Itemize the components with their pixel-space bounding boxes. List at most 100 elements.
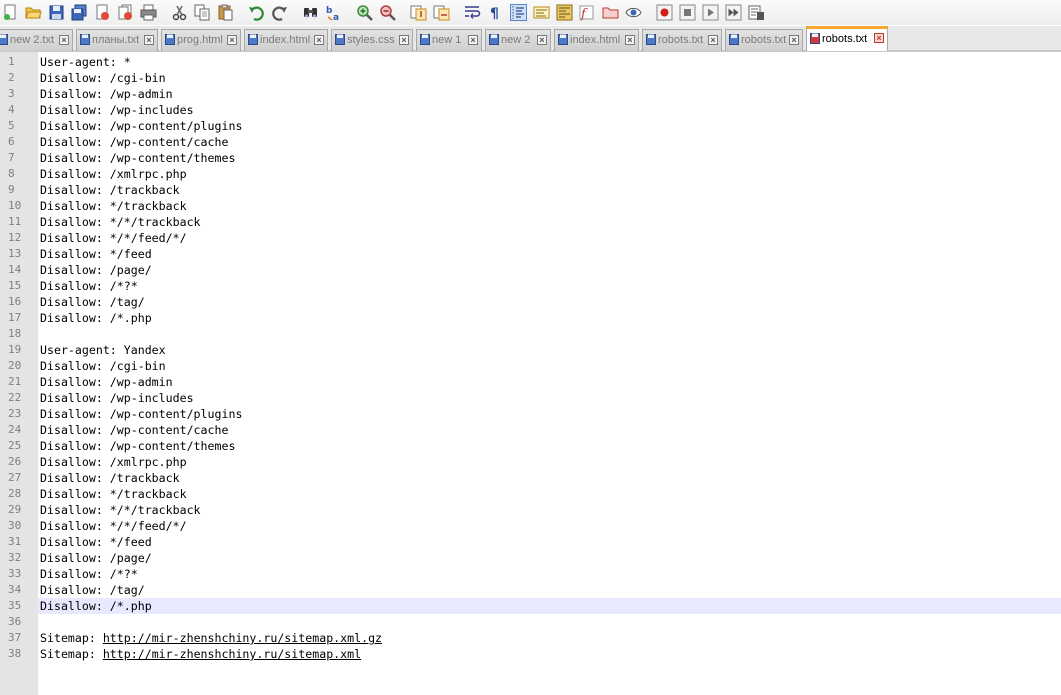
code-line[interactable]: Disallow: /wp-admin — [40, 374, 1061, 390]
tab-1[interactable]: планы.txt × — [76, 29, 158, 51]
replace-button[interactable]: ba — [325, 4, 342, 21]
code-line[interactable]: Disallow: /tag/ — [40, 294, 1061, 310]
line-number: 33 — [8, 567, 22, 580]
monitoring-button[interactable] — [625, 4, 642, 21]
code-line[interactable]: Disallow: */trackback — [40, 486, 1061, 502]
code-line[interactable]: Disallow: /xmlrpc.php — [40, 166, 1061, 182]
code-line[interactable]: Sitemap: http://mir-zhenshchiny.ru/sitem… — [40, 630, 1061, 646]
close-tab-icon[interactable]: × — [468, 35, 478, 45]
close-all-button[interactable] — [117, 4, 134, 21]
close-tab-icon[interactable]: × — [874, 33, 884, 43]
line-number: 29 — [8, 503, 22, 516]
code-line[interactable]: Disallow: */feed — [40, 246, 1061, 262]
tab-0[interactable]: new 2.txt × — [0, 29, 73, 51]
cut-button[interactable] — [171, 4, 188, 21]
redo-button[interactable] — [271, 4, 288, 21]
zoom-out-button[interactable] — [379, 4, 396, 21]
code-line[interactable]: Disallow: /xmlrpc.php — [40, 454, 1061, 470]
close-tab-icon[interactable]: × — [314, 35, 324, 45]
code-line[interactable]: Disallow: /page/ — [40, 262, 1061, 278]
sitemap-url-link[interactable]: http://mir-zhenshchiny.ru/sitemap.xml — [103, 647, 361, 661]
line-number: 2 — [8, 71, 15, 84]
close-tab-icon[interactable]: × — [399, 35, 409, 45]
run-macro-multiple-button[interactable] — [725, 4, 742, 21]
save-button[interactable] — [48, 4, 65, 21]
function-list-button[interactable]: f — [579, 4, 596, 21]
code-line[interactable]: Sitemap: http://mir-zhenshchiny.ru/sitem… — [40, 646, 1061, 662]
code-line[interactable] — [40, 614, 1061, 630]
code-line[interactable]: Disallow: */trackback — [40, 198, 1061, 214]
code-line[interactable]: Disallow: /*?* — [40, 566, 1061, 582]
code-line[interactable] — [40, 326, 1061, 342]
code-line[interactable]: Disallow: /*?* — [40, 278, 1061, 294]
undo-button[interactable] — [248, 4, 265, 21]
tab-9[interactable]: robots.txt × — [725, 29, 803, 51]
tab-5[interactable]: new 1 × — [416, 29, 482, 51]
code-line[interactable]: Disallow: /trackback — [40, 182, 1061, 198]
code-line[interactable]: Disallow: /trackback — [40, 470, 1061, 486]
tab-10[interactable]: robots.txt × — [806, 26, 888, 51]
saved-file-icon — [489, 32, 499, 45]
code-line[interactable]: Disallow: /wp-includes — [40, 102, 1061, 118]
code-line[interactable]: Disallow: */*/trackback — [40, 502, 1061, 518]
code-line[interactable]: Disallow: /wp-content/cache — [40, 134, 1061, 150]
tab-6[interactable]: new 2 × — [485, 29, 551, 51]
tab-7[interactable]: index.html × — [554, 29, 639, 51]
code-line[interactable]: Disallow: /wp-content/plugins — [40, 406, 1061, 422]
code-line[interactable]: Disallow: /cgi-bin — [40, 358, 1061, 374]
copy-button[interactable] — [194, 4, 211, 21]
code-line[interactable]: Disallow: /wp-content/plugins — [40, 118, 1061, 134]
code-line[interactable]: Disallow: /tag/ — [40, 582, 1061, 598]
code-line[interactable]: User-agent: * — [40, 54, 1061, 70]
line-number: 28 — [8, 487, 22, 500]
close-tab-icon[interactable]: × — [59, 35, 69, 45]
close-tab-icon[interactable]: × — [708, 35, 718, 45]
code-line[interactable]: Disallow: */feed — [40, 534, 1061, 550]
tab-4[interactable]: styles.css × — [331, 29, 413, 51]
save-all-button[interactable] — [71, 4, 88, 21]
zoom-in-button[interactable] — [356, 4, 373, 21]
document-map-button[interactable] — [556, 4, 573, 21]
code-line[interactable]: Disallow: */*/trackback — [40, 214, 1061, 230]
close-tab-icon[interactable]: × — [144, 35, 154, 45]
code-line[interactable]: Disallow: /*.php — [40, 310, 1061, 326]
close-tab-icon[interactable]: × — [227, 35, 237, 45]
code-line[interactable]: User-agent: Yandex — [40, 342, 1061, 358]
close-tab-icon[interactable]: × — [625, 35, 635, 45]
code-line[interactable]: Disallow: /wp-admin — [40, 86, 1061, 102]
indent-guide-button[interactable] — [510, 4, 527, 21]
show-all-chars-button[interactable]: ¶ — [487, 4, 504, 21]
code-line[interactable]: Disallow: /page/ — [40, 550, 1061, 566]
sync-vertical-button[interactable] — [410, 4, 427, 21]
print-button[interactable] — [140, 4, 157, 21]
tab-2[interactable]: prog.html × — [161, 29, 241, 51]
line-number: 37 — [8, 631, 22, 644]
find-button[interactable] — [302, 4, 319, 21]
folder-workspace-button[interactable] — [602, 4, 619, 21]
close-file-button[interactable] — [94, 4, 111, 21]
new-file-button[interactable] — [2, 4, 19, 21]
tab-8[interactable]: robots.txt × — [642, 29, 722, 51]
record-macro-button[interactable] — [656, 4, 673, 21]
code-line[interactable]: Disallow: /wp-content/themes — [40, 150, 1061, 166]
sitemap-url-link[interactable]: http://mir-zhenshchiny.ru/sitemap.xml.gz — [103, 631, 382, 645]
open-file-button[interactable] — [25, 4, 42, 21]
editor[interactable]: 1 2 3 4 5 6 7 8 9 10 11 12 13 14 15 16 17 18 19 20 21 22 23 24 2… — [0, 52, 1061, 695]
code-line[interactable]: Disallow: /wp-includes — [40, 390, 1061, 406]
tab-3[interactable]: index.html × — [244, 29, 328, 51]
code-line[interactable]: Disallow: /cgi-bin — [40, 70, 1061, 86]
close-tab-icon[interactable]: × — [537, 35, 547, 45]
save-macro-button[interactable] — [748, 4, 765, 21]
code-line[interactable]: Disallow: */*/feed/*/ — [40, 230, 1061, 246]
code-line[interactable]: Disallow: /*.php — [40, 598, 1061, 614]
paste-button[interactable] — [217, 4, 234, 21]
language-button[interactable] — [533, 4, 550, 21]
code-line[interactable]: Disallow: /wp-content/themes — [40, 438, 1061, 454]
stop-macro-button[interactable] — [679, 4, 696, 21]
code-line[interactable]: Disallow: /wp-content/cache — [40, 422, 1061, 438]
play-macro-button[interactable] — [702, 4, 719, 21]
code-line[interactable]: Disallow: */*/feed/*/ — [40, 518, 1061, 534]
word-wrap-button[interactable] — [464, 4, 481, 21]
sync-horizontal-button[interactable] — [433, 4, 450, 21]
close-tab-icon[interactable]: × — [789, 35, 799, 45]
